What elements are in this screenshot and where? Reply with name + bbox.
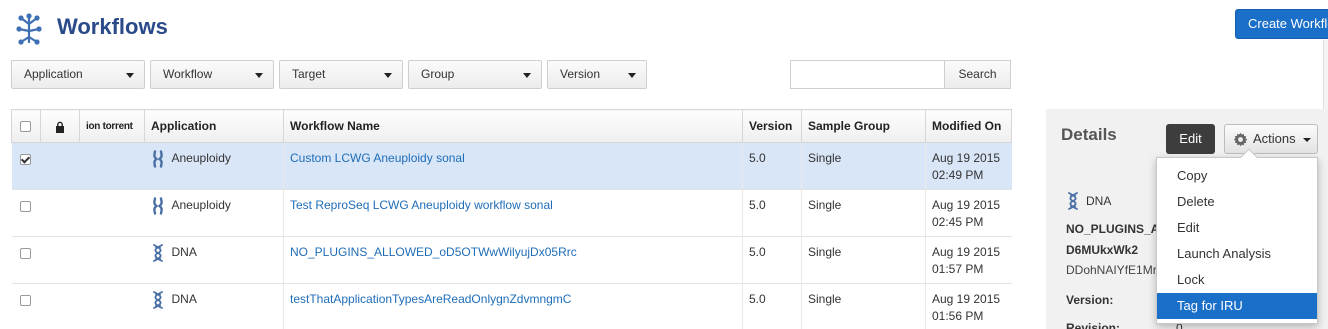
details-application: DNA xyxy=(1066,192,1111,210)
modified-date-cell: Aug 19 2015 xyxy=(932,198,1001,212)
sample-group-column-header[interactable]: Sample Group xyxy=(801,109,926,143)
version-cell: 5.0 xyxy=(742,236,802,284)
chevron-down-icon xyxy=(523,73,531,78)
table-row[interactable]: Aneuploidy Custom LCWG Aneuploidy sonal … xyxy=(11,142,1012,190)
version-cell: 5.0 xyxy=(742,189,802,237)
workflow-name-link[interactable]: testThatApplicationTypesAreReadOnlygnZdv… xyxy=(290,292,571,306)
actions-button-label: Actions xyxy=(1253,131,1296,146)
dna-icon xyxy=(1068,192,1078,210)
modified-time-cell: 01:57 PM xyxy=(932,262,984,276)
chromosome-icon xyxy=(152,197,163,215)
modified-time-cell: 02:49 PM xyxy=(932,168,984,182)
chevron-down-icon xyxy=(384,73,392,78)
lock-icon xyxy=(56,121,64,133)
lock-column-header[interactable] xyxy=(40,109,80,143)
row-checkbox[interactable] xyxy=(19,295,31,306)
menu-item-delete[interactable]: Delete xyxy=(1157,189,1317,215)
workflow-name-link[interactable]: NO_PLUGINS_ALLOWED_oD5OTWwWilyujDx05Rrc xyxy=(290,245,577,259)
application-cell: DNA xyxy=(171,292,197,306)
scrollbar[interactable] xyxy=(1323,40,1328,110)
gear-icon xyxy=(1233,132,1248,147)
sample-group-cell: Single xyxy=(801,283,926,329)
menu-item-lock[interactable]: Lock xyxy=(1157,267,1317,293)
search-input[interactable] xyxy=(790,60,945,89)
version-cell: 5.0 xyxy=(742,283,802,329)
modified-date-cell: Aug 19 2015 xyxy=(932,151,1001,165)
workflows-table: ion torrent Application Workflow Name Ve… xyxy=(11,109,1012,329)
chromosome-icon xyxy=(152,150,163,168)
sample-group-cell: Single xyxy=(801,189,926,237)
chevron-down-icon xyxy=(126,73,134,78)
target-filter-label: Target xyxy=(292,67,326,81)
workflow-filter-label: Workflow xyxy=(163,67,213,81)
version-cell: 5.0 xyxy=(742,142,802,190)
group-filter-dropdown[interactable]: Group xyxy=(408,60,542,89)
menu-item-edit[interactable]: Edit xyxy=(1157,215,1317,241)
modified-on-column-header[interactable]: Modified On xyxy=(925,109,1012,143)
workflow-filter-dropdown[interactable]: Workflow xyxy=(150,60,274,89)
search-button[interactable]: Search xyxy=(944,60,1011,89)
details-title: Details xyxy=(1061,125,1117,144)
page-title: Workflows xyxy=(57,14,168,39)
sample-group-cell: Single xyxy=(801,142,926,190)
chevron-down-icon xyxy=(1303,138,1311,142)
select-all-checkbox[interactable] xyxy=(20,121,31,132)
chevron-down-icon xyxy=(255,73,263,78)
table-header-row: ion torrent Application Workflow Name Ve… xyxy=(11,109,1012,143)
dna-icon xyxy=(152,244,163,262)
details-workflow-name-cont: D6MUkxWk2 xyxy=(1066,243,1139,257)
menu-item-tag-for-iru[interactable]: Tag for IRU xyxy=(1157,293,1317,319)
details-version-label: Version: xyxy=(1066,293,1114,307)
workflow-name-link[interactable]: Test ReproSeq LCWG Aneuploidy workflow s… xyxy=(290,198,553,212)
actions-button[interactable]: Actions xyxy=(1224,124,1318,154)
create-workflow-button[interactable]: Create Workflow xyxy=(1235,9,1328,39)
version-column-header[interactable]: Version xyxy=(742,109,802,143)
select-all-checkbox-header[interactable] xyxy=(11,109,41,143)
application-filter-dropdown[interactable]: Application xyxy=(11,60,145,89)
table-row[interactable]: DNA testThatApplicationTypesAreReadOnlyg… xyxy=(11,283,1012,329)
application-filter-label: Application xyxy=(24,67,83,81)
target-filter-dropdown[interactable]: Target xyxy=(279,60,403,89)
application-column-header[interactable]: Application xyxy=(144,109,284,143)
workflow-name-link[interactable]: Custom LCWG Aneuploidy sonal xyxy=(290,151,465,165)
details-workflow-id: DDohNAIYfE1Mr xyxy=(1066,263,1157,277)
edit-button[interactable]: Edit xyxy=(1166,124,1215,154)
sample-group-cell: Single xyxy=(801,236,926,284)
modified-time-cell: 01:56 PM xyxy=(932,309,984,323)
dna-icon xyxy=(152,291,163,309)
row-checkbox[interactable] xyxy=(19,248,31,259)
row-checkbox[interactable] xyxy=(19,154,31,165)
application-cell: Aneuploidy xyxy=(171,151,231,165)
modified-date-cell: Aug 19 2015 xyxy=(932,245,1001,259)
ion-torrent-column-header[interactable]: ion torrent xyxy=(79,109,145,143)
details-application-label: DNA xyxy=(1086,194,1112,208)
group-filter-label: Group xyxy=(421,67,455,81)
version-filter-dropdown[interactable]: Version xyxy=(547,60,647,89)
table-row[interactable]: DNA NO_PLUGINS_ALLOWED_oD5OTWwWilyujDx05… xyxy=(11,236,1012,284)
workflow-name-column-header[interactable]: Workflow Name xyxy=(283,109,743,143)
chevron-down-icon xyxy=(628,73,636,78)
details-workflow-name: NO_PLUGINS_A xyxy=(1066,222,1160,236)
details-revision-label: Revision: xyxy=(1066,321,1121,329)
version-filter-label: Version xyxy=(560,67,601,81)
menu-item-launch-analysis[interactable]: Launch Analysis xyxy=(1157,241,1317,267)
modified-date-cell: Aug 19 2015 xyxy=(932,292,1001,306)
modified-time-cell: 02:45 PM xyxy=(932,215,984,229)
menu-item-copy[interactable]: Copy xyxy=(1157,163,1317,189)
row-checkbox[interactable] xyxy=(19,201,31,212)
workflow-logo-icon xyxy=(16,13,42,45)
application-cell: DNA xyxy=(171,245,197,259)
table-row[interactable]: Aneuploidy Test ReproSeq LCWG Aneuploidy… xyxy=(11,189,1012,237)
actions-dropdown-menu: Copy Delete Edit Launch Analysis Lock Ta… xyxy=(1156,148,1318,324)
application-cell: Aneuploidy xyxy=(171,198,231,212)
